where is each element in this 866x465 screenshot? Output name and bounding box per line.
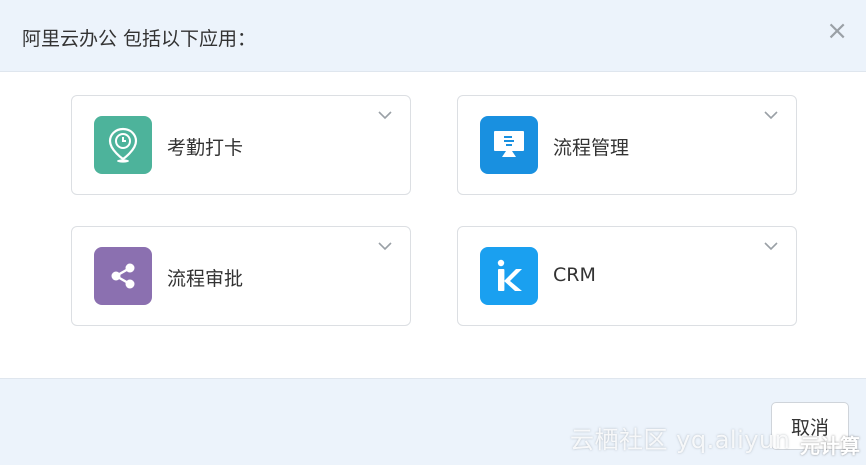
watermark-logo-text: 元计算 [800,434,860,458]
app-card-attendance[interactable]: 考勤打卡 [71,95,411,195]
chevron-down-icon[interactable] [378,241,392,251]
app-card-process-approval[interactable]: 流程审批 [71,226,411,326]
location-clock-icon [94,116,152,174]
chevron-down-icon[interactable] [764,110,778,120]
chevron-down-icon[interactable] [378,110,392,120]
watermark-text: 云栖社区 yq.aliyun [570,426,791,454]
share-icon [94,247,152,305]
chevron-down-icon[interactable] [764,241,778,251]
app-label: 流程审批 [167,268,244,290]
dialog-body: 考勤打卡 流程管理 流程审批 CRM [0,72,866,378]
app-card-process-management[interactable]: 流程管理 [457,95,797,195]
app-label: CRM [553,264,596,286]
app-label: 流程管理 [553,137,630,159]
k-logo-icon [480,247,538,305]
app-label: 考勤打卡 [167,137,244,159]
dialog-title: 阿里云办公 包括以下应用： [22,28,257,50]
app-card-crm[interactable]: CRM [457,226,797,326]
close-icon[interactable]: × [826,18,848,44]
monitor-flow-icon [480,116,538,174]
dialog-header: 阿里云办公 包括以下应用： × [0,0,866,72]
